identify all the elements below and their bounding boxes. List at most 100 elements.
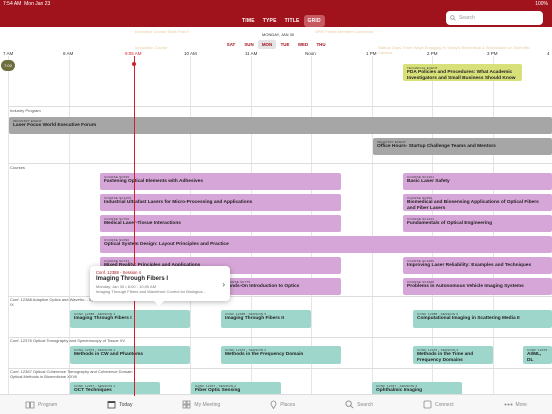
- event-laser-focus-forum[interactable]: INDUSTRY EVENT Laser Focus World Executi…: [9, 117, 552, 134]
- search-input[interactable]: Search: [446, 11, 543, 25]
- course-title: Fundamentals of Optical Engineering: [407, 221, 493, 226]
- bottom-tab-bar: Program Today My Meeting Places Search C…: [0, 394, 552, 414]
- day-wed[interactable]: WED: [294, 40, 312, 49]
- view-tab-type[interactable]: TYPE: [259, 15, 281, 27]
- tab-label: Program: [37, 401, 58, 408]
- tab-label: More: [515, 401, 527, 408]
- popover-session-code: Conf. 12388 - Session 4: [96, 270, 141, 275]
- tab-label: My Meeting: [194, 401, 221, 408]
- tab-program[interactable]: Program: [25, 401, 57, 409]
- view-tab-grid[interactable]: GRID: [303, 15, 325, 27]
- tab-more[interactable]: More: [504, 402, 527, 408]
- section-divider: [8, 163, 552, 164]
- event-title: Office Hours- Startup Challenge Teams an…: [377, 144, 496, 149]
- course-title: Medical Laser-Tissue Interactions: [104, 221, 181, 226]
- day-mon[interactable]: MON: [258, 40, 276, 49]
- course-block[interactable]: COURSE SC1265 Industrial Ultrafast Laser…: [100, 194, 341, 211]
- section-divider: [8, 106, 552, 107]
- grid-icon: [183, 400, 191, 409]
- session-block[interactable]: CONF. 12376 - SESSION 1 Methods in CW an…: [70, 346, 190, 364]
- section-conf-12367: Conf. 12367 Optical Coherence Tomography…: [10, 369, 133, 379]
- tab-label: Today: [119, 401, 133, 408]
- tab-search[interactable]: Search: [345, 400, 373, 409]
- tab-label: Search: [357, 401, 374, 408]
- current-time-dot: [132, 62, 136, 66]
- course-title: Problems in Autonomous Vehicle Imaging S…: [407, 284, 524, 289]
- tab-label: Connect: [434, 401, 454, 408]
- session-title: Computational Imaging in Scattering Medi…: [417, 316, 520, 321]
- session-block[interactable]: CONF. 12376 - SESSION 2 Methods in the F…: [221, 346, 341, 364]
- session-block[interactable]: CONF. 12388 - SESSION 5 Imaging Through …: [221, 310, 311, 328]
- search-icon: [345, 400, 354, 409]
- view-tab-time[interactable]: TIME: [238, 15, 259, 27]
- grid-line: [8, 56, 9, 396]
- course-block[interactable]: COURSE SC775 Hands-On Introduction to Op…: [221, 278, 341, 295]
- tab-label: Places: [280, 401, 296, 408]
- section-conf-12376: Conf. 12376 Optical Tomography and Spect…: [10, 338, 126, 343]
- view-tab-title[interactable]: TITLE: [281, 15, 304, 27]
- course-title: Basic Laser Safety: [407, 179, 450, 184]
- date-label: MONDAY, JAN 30: [262, 32, 295, 37]
- course-block[interactable]: COURSE SC990 Biomedical and Biosensing A…: [403, 194, 552, 211]
- popover-conference: Imaging Through Fibers and Wavefront Con…: [96, 289, 206, 294]
- session-title: Imaging Through Fibers II: [225, 316, 284, 321]
- event-title: FDA Policies and Procedures: What Academ…: [407, 70, 516, 81]
- event-title: Laser Focus World Executive Forum: [13, 123, 97, 128]
- day-selector: SAT SUN MON TUE WED THU: [222, 40, 330, 49]
- tab-places[interactable]: Places: [270, 400, 295, 409]
- course-block[interactable]: COURSE SC1088 Problems in Autonomous Veh…: [403, 278, 552, 295]
- status-battery: 100%: [535, 1, 548, 7]
- popover-tail: [154, 301, 164, 306]
- tab-my-meeting[interactable]: My Meeting: [182, 400, 220, 409]
- course-block[interactable]: COURSE SC690 Optical System Design: Layo…: [100, 236, 552, 253]
- session-title: Methods in the Time and Frequency Domain…: [417, 352, 474, 363]
- session-block[interactable]: CONF. 12376 - SESSION 3 Methods in the T…: [413, 346, 493, 364]
- course-title: Fastening Optical Elements with Adhesive…: [104, 179, 203, 184]
- current-time-line: [134, 56, 135, 396]
- day-tue[interactable]: TUE: [276, 40, 294, 49]
- more-icon: [504, 403, 513, 406]
- section-courses: Courses: [10, 165, 25, 170]
- session-title: Imaging Through Fibers I: [74, 316, 132, 321]
- pin-icon: [270, 400, 277, 409]
- chevron-right-icon[interactable]: ›: [222, 280, 225, 289]
- session-block[interactable]: CONF. 12376 AI/ML, DL: [523, 346, 552, 364]
- course-block[interactable]: COURSE SC1224 Fundamentals of Optical En…: [403, 215, 552, 232]
- app-root: 7:54 AM Mon Jan 23 100% TIME TYPE TITLE …: [0, 0, 552, 414]
- course-block[interactable]: COURSE SC1086 Improving Laser Reliabilit…: [403, 257, 552, 274]
- course-title: Biomedical and Biosensing Applications o…: [407, 200, 539, 211]
- course-title: Improving Laser Reliability: Examples an…: [407, 263, 532, 268]
- ghost-event-2: SPIE Fellow Members Luncheon: [315, 29, 374, 34]
- session-title: AI/ML, DL: [527, 352, 542, 363]
- grid-line: [69, 56, 70, 396]
- day-sun[interactable]: SUN: [240, 40, 258, 49]
- course-block[interactable]: COURSE SC635 Fastening Optical Elements …: [100, 173, 341, 190]
- course-title: Industrial Ultrafast Lasers for Micro-Pr…: [104, 200, 253, 205]
- now-badge: 7:00: [1, 60, 15, 71]
- session-title: Methods in the Frequency Domain: [225, 352, 304, 357]
- tab-today[interactable]: Today: [107, 400, 132, 409]
- session-block[interactable]: CONF. 12388 - SESSION 6 Computational Im…: [413, 310, 552, 328]
- session-block[interactable]: CONF. 12388 - SESSION 4 Imaging Through …: [70, 310, 190, 328]
- view-switcher: TIME TYPE TITLE GRID: [238, 15, 325, 27]
- session-title: Methods in CW and Phantoms: [74, 352, 144, 357]
- course-block[interactable]: COURSE SC1261 Basic Laser Safety: [403, 173, 552, 190]
- calendar-icon: [107, 401, 116, 409]
- popover-title: Imaging Through Fibers I: [96, 276, 168, 282]
- session-popover[interactable]: Conf. 12388 - Session 4 Imaging Through …: [90, 266, 230, 306]
- event-fda-policies[interactable]: TECHNICAL EVENT FDA Policies and Procedu…: [403, 64, 522, 81]
- tab-connect[interactable]: Connect: [423, 400, 454, 409]
- course-block[interactable]: COURSE SC700 Medical Laser-Tissue Intera…: [100, 215, 341, 232]
- connect-icon: [423, 400, 432, 409]
- day-sat[interactable]: SAT: [222, 40, 240, 49]
- section-industry-program: Industry Program: [10, 108, 41, 113]
- search-placeholder: Search: [459, 15, 475, 21]
- ghost-event-3: Startup Days Three Ways Engaging in Toda…: [378, 45, 530, 55]
- course-title: Hands-On Introduction to Optics: [225, 284, 300, 289]
- ghost-event-1: Executive Course Skills Part II: [135, 29, 189, 34]
- book-icon: [25, 401, 35, 408]
- search-icon: [450, 15, 456, 21]
- event-office-hours[interactable]: INDUSTRY EVENT Office Hours- Startup Cha…: [373, 138, 552, 155]
- ghost-event-4: Innovation Course: [135, 45, 168, 50]
- day-thu[interactable]: THU: [312, 40, 330, 49]
